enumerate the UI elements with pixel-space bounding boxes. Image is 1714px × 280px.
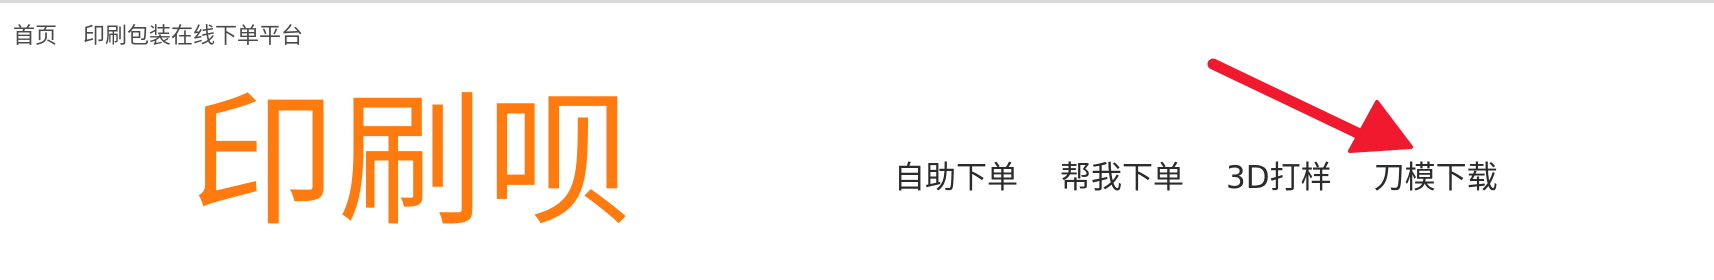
topbar-link-home[interactable]: 首页 bbox=[13, 22, 57, 52]
annotation-arrow-shaft bbox=[1207, 58, 1374, 144]
top-border bbox=[0, 0, 1714, 3]
nav-item-die-download[interactable]: 刀模下载 bbox=[1374, 156, 1498, 200]
main-nav: 自助下单 帮我下单 3D打样 刀模下载 bbox=[894, 156, 1498, 200]
nav-item-3d-proof[interactable]: 3D打样 bbox=[1226, 156, 1332, 200]
top-bar: 首页 印刷包装在线下单平台 bbox=[13, 22, 303, 52]
nav-item-help-order[interactable]: 帮我下单 bbox=[1060, 156, 1184, 200]
nav-item-self-order[interactable]: 自助下单 bbox=[894, 156, 1018, 200]
site-logo[interactable]: 印刷呗 bbox=[190, 82, 634, 242]
annotation-arrow-head bbox=[1348, 100, 1413, 153]
topbar-link-platform[interactable]: 印刷包装在线下单平台 bbox=[83, 22, 303, 52]
